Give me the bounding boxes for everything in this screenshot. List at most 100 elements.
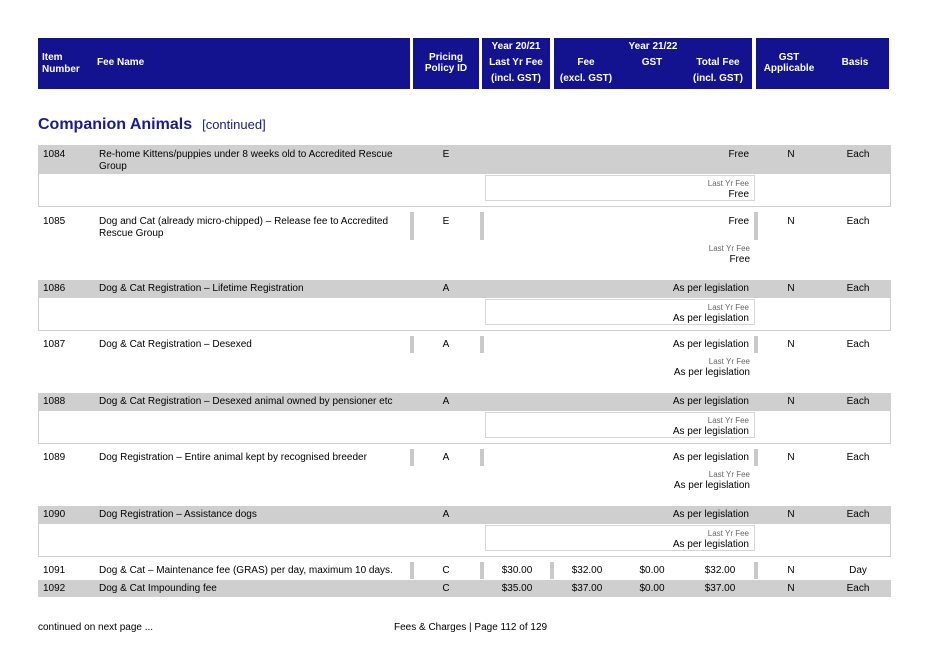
header-item-fee-block: Item Number Fee Name bbox=[38, 38, 410, 89]
total-fee: $32.00 bbox=[704, 565, 736, 576]
fee-name: Dog Registration – Assistance dogs bbox=[99, 509, 257, 520]
table-row: 1089 Dog Registration – Entire animal ke… bbox=[38, 449, 891, 499]
pricing-policy: E bbox=[442, 216, 450, 227]
total-fee: As per legislation bbox=[672, 396, 749, 407]
pricing-policy: E bbox=[442, 149, 450, 160]
fee-excl-gst: $32.00 bbox=[571, 565, 603, 576]
pricing-policy: A bbox=[442, 452, 450, 463]
gst-applicable: N bbox=[787, 452, 795, 463]
last-yr-fee-value: Free bbox=[729, 254, 750, 265]
header-item-number: Item Number bbox=[42, 52, 80, 75]
table-row: 1086 Dog & Cat Registration – Lifetime R… bbox=[38, 280, 891, 297]
total-fee: As per legislation bbox=[672, 339, 749, 350]
gst-applicable: N bbox=[787, 396, 795, 407]
basis: Each bbox=[846, 283, 870, 294]
fee-name: Dog and Cat (already micro-chipped) – Re… bbox=[99, 216, 389, 239]
basis: Day bbox=[849, 565, 867, 576]
header-year-2122: Year 21/22 Fee (excl. GST) GST Total Fee… bbox=[554, 38, 752, 89]
pricing-policy: A bbox=[442, 396, 450, 407]
pricing-policy: C bbox=[442, 565, 450, 576]
row-detail: Last Yr Fee As per legislation bbox=[38, 410, 891, 444]
column-divider bbox=[754, 336, 758, 353]
gst-amount: $0.00 bbox=[639, 583, 665, 594]
basis: Each bbox=[846, 339, 870, 350]
last-yr-fee-value: $30.00 bbox=[501, 565, 533, 576]
pricing-policy: C bbox=[442, 583, 450, 594]
last-yr-fee-value: $35.00 bbox=[501, 583, 533, 594]
basis: Each bbox=[846, 149, 870, 160]
last-yr-fee-value: Free bbox=[728, 189, 749, 200]
header-gst-basis: GST Applicable Basis bbox=[756, 38, 889, 89]
column-divider bbox=[410, 562, 414, 579]
item-number: 1087 bbox=[43, 339, 66, 350]
total-fee: As per legislation bbox=[672, 509, 749, 520]
last-yr-fee-label: Last Yr Fee bbox=[707, 416, 749, 425]
column-divider bbox=[410, 212, 414, 240]
column-divider bbox=[480, 212, 484, 240]
last-yr-fee-label: Last Yr Fee bbox=[707, 529, 749, 538]
item-number: 1089 bbox=[43, 452, 66, 463]
column-divider bbox=[754, 449, 758, 466]
section-continued: [continued] bbox=[202, 117, 266, 132]
header-fee-name: Fee Name bbox=[97, 57, 145, 68]
basis: Each bbox=[846, 583, 870, 594]
gst-applicable: N bbox=[787, 149, 795, 160]
last-yr-fee-box: Last Yr Fee As per legislation bbox=[485, 525, 755, 551]
item-number: 1085 bbox=[43, 216, 66, 227]
fee-name: Dog & Cat Impounding fee bbox=[99, 583, 217, 594]
column-divider bbox=[754, 562, 758, 579]
column-divider bbox=[550, 562, 554, 579]
footer-page-number: Fees & Charges | Page 112 of 129 bbox=[394, 622, 548, 633]
last-yr-fee-label: Last Yr Fee bbox=[707, 303, 749, 312]
last-yr-fee-label: Last Yr Fee bbox=[708, 357, 750, 366]
gst-amount: $0.00 bbox=[639, 565, 665, 576]
total-fee: $37.00 bbox=[704, 583, 736, 594]
fee-name: Dog & Cat Registration – Lifetime Regist… bbox=[99, 283, 304, 294]
fee-name: Dog Registration – Entire animal kept by… bbox=[99, 452, 367, 463]
fee-name: Dog & Cat Registration – Desexed animal … bbox=[99, 396, 393, 407]
table-row: 1091 Dog & Cat – Maintenance fee (GRAS) … bbox=[38, 562, 891, 579]
last-yr-fee-label: Last Yr Fee bbox=[708, 244, 750, 253]
column-divider bbox=[410, 336, 414, 353]
table-row: 1084 Re-home Kittens/puppies under 8 wee… bbox=[38, 145, 891, 173]
column-divider bbox=[410, 449, 414, 466]
last-yr-fee-label: Last Yr Fee bbox=[707, 179, 749, 188]
last-yr-fee-value: As per legislation bbox=[672, 313, 749, 324]
footer-continued: continued on next page ... bbox=[38, 622, 154, 633]
fee-name: Dog & Cat Registration – Desexed bbox=[99, 339, 252, 350]
row-detail: Last Yr Fee As per legislation bbox=[38, 523, 891, 557]
item-number: 1092 bbox=[43, 583, 66, 594]
last-yr-fee-box: Last Yr Fee As per legislation bbox=[485, 412, 755, 438]
item-number: 1086 bbox=[43, 283, 66, 294]
table-row: 1090 Dog Registration – Assistance dogs … bbox=[38, 506, 891, 523]
table-row: 1085 Dog and Cat (already micro-chipped)… bbox=[38, 212, 891, 272]
gst-applicable: N bbox=[787, 583, 795, 594]
column-divider bbox=[754, 212, 758, 240]
basis: Each bbox=[846, 509, 870, 520]
fee-name: Re-home Kittens/puppies under 8 weeks ol… bbox=[99, 149, 393, 172]
total-fee: As per legislation bbox=[672, 452, 749, 463]
last-yr-fee-box: Last Yr Fee As per legislation bbox=[485, 299, 755, 325]
basis: Each bbox=[846, 216, 870, 227]
gst-applicable: N bbox=[787, 339, 795, 350]
last-yr-fee-label: Last Yr Fee bbox=[708, 470, 750, 479]
last-yr-fee-value: As per legislation bbox=[672, 539, 749, 550]
pricing-policy: A bbox=[442, 339, 450, 350]
total-fee: Free bbox=[728, 149, 749, 160]
section-title: Companion Animals [continued] bbox=[38, 116, 266, 134]
pricing-policy: A bbox=[442, 283, 450, 294]
total-fee: Free bbox=[728, 216, 749, 227]
fee-name: Dog & Cat – Maintenance fee (GRAS) per d… bbox=[99, 565, 393, 576]
column-divider bbox=[480, 449, 484, 466]
row-detail: Last Yr Fee As per legislation bbox=[38, 297, 891, 331]
header-year-2021: Year 20/21 Last Yr Fee (incl. GST) bbox=[482, 38, 550, 89]
table-row: 1092 Dog & Cat Impounding fee C $35.00 $… bbox=[38, 580, 891, 597]
basis: Each bbox=[846, 452, 870, 463]
gst-applicable: N bbox=[787, 216, 795, 227]
last-yr-fee-value: As per legislation bbox=[673, 480, 750, 491]
item-number: 1090 bbox=[43, 509, 66, 520]
basis: Each bbox=[846, 396, 870, 407]
pricing-policy: A bbox=[442, 509, 450, 520]
gst-applicable: N bbox=[787, 509, 795, 520]
total-fee: As per legislation bbox=[672, 283, 749, 294]
